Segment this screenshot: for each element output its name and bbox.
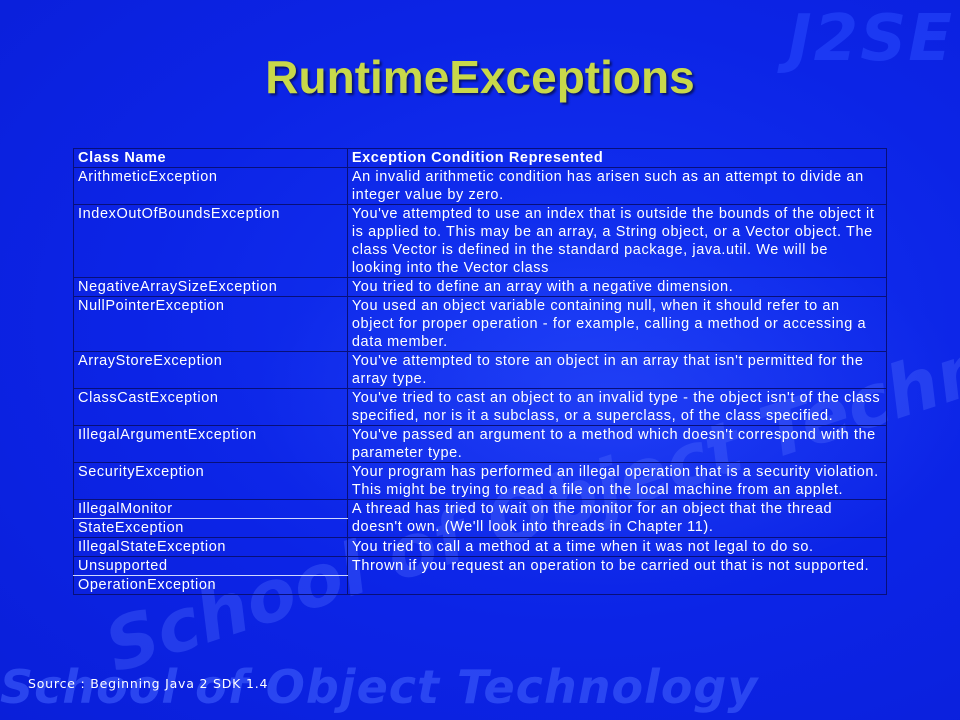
table-row: IllegalArgumentException You've passed a… (73, 425, 888, 463)
condition-cell: You tried to call a method at a time whe… (346, 537, 888, 557)
table-row: NegativeArraySizeException You tried to … (73, 277, 888, 297)
slide: J2SE School of Object Technology School … (0, 0, 960, 720)
class-name-cell: NullPointerException (73, 296, 348, 352)
condition-cell: You've passed an argument to a method wh… (346, 425, 888, 463)
slide-title: RuntimeExceptions (265, 51, 695, 103)
table-row: ArithmeticException An invalid arithmeti… (73, 167, 888, 205)
table-row: IndexOutOfBoundsException You've attempt… (73, 204, 888, 278)
column-header-class-name: Class Name (73, 148, 348, 168)
class-name-cell: IllegalStateException (73, 537, 348, 557)
class-name-cell-part-a: Unsupported (73, 556, 348, 576)
column-header-condition: Exception Condition Represented (346, 148, 888, 168)
table-row: ClassCastException You've tried to cast … (73, 388, 888, 426)
class-name-cell-part-a: IllegalMonitor (73, 499, 348, 519)
class-name-cell-part-b: StateException (73, 518, 348, 538)
table-row: IllegalStateException You tried to call … (73, 537, 888, 557)
source-caption: Source : Beginning Java 2 SDK 1.4 (28, 676, 269, 691)
class-name-cell: ArithmeticException (73, 167, 348, 205)
class-name-cell: IllegalArgumentException (73, 425, 348, 463)
condition-cell: You used an object variable containing n… (346, 296, 888, 352)
table-row: SecurityException Your program has perfo… (73, 462, 888, 500)
table-header-row: Class Name Exception Condition Represent… (73, 148, 888, 168)
condition-cell: A thread has tried to wait on the monito… (346, 499, 888, 538)
class-name-cell: ClassCastException (73, 388, 348, 426)
table-row: NullPointerException You used an object … (73, 296, 888, 352)
condition-cell: Thrown if you request an operation to be… (346, 556, 888, 595)
condition-cell: An invalid arithmetic condition has aris… (346, 167, 888, 205)
condition-cell: You've attempted to use an index that is… (346, 204, 888, 278)
condition-cell: You've attempted to store an object in a… (346, 351, 888, 389)
table-row: Unsupported Thrown if you request an ope… (73, 556, 888, 595)
class-name-cell: ArrayStoreException (73, 351, 348, 389)
class-name-cell: SecurityException (73, 462, 348, 500)
condition-cell: Your program has performed an illegal op… (346, 462, 888, 500)
condition-cell: You've tried to cast an object to an inv… (346, 388, 888, 426)
class-name-cell: IndexOutOfBoundsException (73, 204, 348, 278)
exceptions-table: Class Name Exception Condition Represent… (73, 148, 888, 595)
class-name-cell: NegativeArraySizeException (73, 277, 348, 297)
table-row: IllegalMonitor A thread has tried to wai… (73, 499, 888, 538)
condition-cell: You tried to define an array with a nega… (346, 277, 888, 297)
class-name-cell-part-b: OperationException (73, 575, 348, 595)
table-row: ArrayStoreException You've attempted to … (73, 351, 888, 389)
